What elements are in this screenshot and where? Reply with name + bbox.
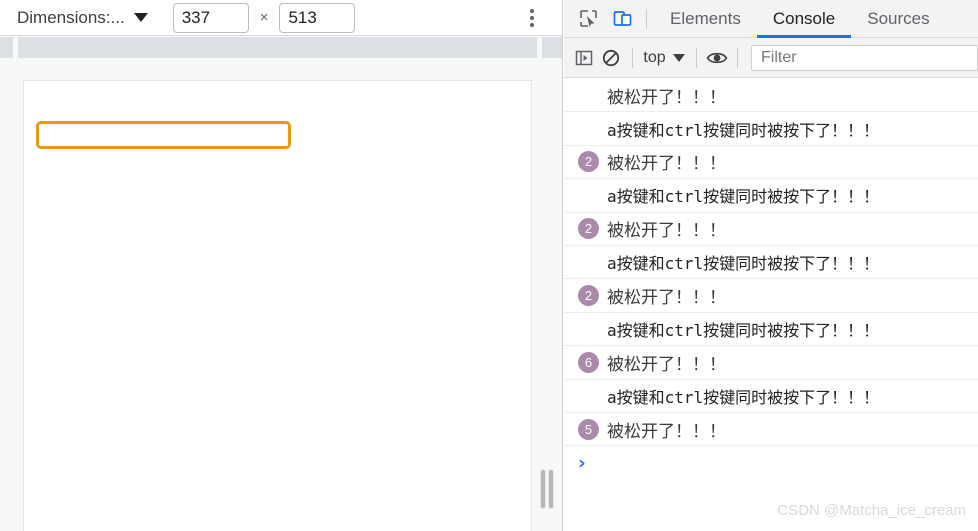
console-message-row[interactable]: a按键和ctrl按键同时被按下了！！！ <box>564 246 978 280</box>
grip-bar <box>541 470 545 508</box>
live-expression-eye-icon[interactable] <box>703 43 730 73</box>
console-message-row[interactable]: a按键和ctrl按键同时被按下了！！！ <box>564 313 978 347</box>
prompt-caret-icon: › <box>578 452 586 475</box>
clear-console-icon[interactable] <box>598 43 625 73</box>
console-message-text: a按键和ctrl按键同时被按下了！！！ <box>607 320 880 340</box>
dimensions-label: Dimensions:... <box>17 7 125 27</box>
console-message-text: a按键和ctrl按键同时被按下了！！！ <box>607 387 880 407</box>
chevron-down-icon <box>672 53 685 62</box>
console-message-text: a按键和ctrl按键同时被按下了！！！ <box>607 254 880 274</box>
dimensions-separator: × <box>259 9 269 26</box>
screenshot-root: Dimensions:... × <box>0 0 978 531</box>
tab-elements[interactable]: Elements <box>654 0 757 38</box>
tab-label: Sources <box>867 8 930 28</box>
tab-console[interactable]: Console <box>757 0 851 38</box>
toolbar-divider <box>646 8 647 29</box>
console-context-dropdown[interactable]: top <box>639 49 688 67</box>
resize-grip-icon[interactable] <box>538 470 556 508</box>
tab-label: Elements <box>670 8 741 28</box>
device-toolbar: Dimensions:... × <box>0 0 562 36</box>
grip-bar <box>549 470 553 508</box>
console-message-text: 被松开了！！！ <box>607 154 726 175</box>
devtools-panel: Elements Console Sources top Filter 被松开了… <box>564 0 978 531</box>
viewport-ruler[interactable] <box>0 37 562 58</box>
console-message-text: 被松开了！！！ <box>607 354 726 375</box>
ruler-tick <box>13 37 18 58</box>
console-context-value: top <box>643 48 666 66</box>
three-dots-vertical-icon[interactable] <box>520 6 544 30</box>
console-sidebar-icon[interactable] <box>571 43 598 73</box>
viewport-width-input[interactable] <box>172 2 249 33</box>
console-message-text: a按键和ctrl按键同时被按下了！！！ <box>607 187 880 207</box>
console-message-row[interactable]: 2 被松开了！！！ <box>564 146 978 180</box>
dot <box>530 9 534 13</box>
message-count-badge: 2 <box>578 218 599 240</box>
message-count-badge: 2 <box>578 285 599 307</box>
console-message-text: a按键和ctrl按键同时被按下了！！！ <box>607 120 880 140</box>
console-message-row[interactable]: 5 被松开了！！！ <box>564 413 978 447</box>
console-message-row[interactable]: a按键和ctrl按键同时被按下了！！！ <box>564 179 978 213</box>
ruler-tick <box>537 37 542 58</box>
dot <box>530 23 534 27</box>
console-message-list[interactable]: 被松开了！！！ a按键和ctrl按键同时被按下了！！！ 2 被松开了！！！ a按键和ct… <box>564 79 978 531</box>
console-message-row[interactable]: 2 被松开了！！！ <box>564 279 978 313</box>
console-message-text: 被松开了！！！ <box>607 421 726 442</box>
message-count-badge: 2 <box>578 151 599 173</box>
page-text-input[interactable] <box>36 121 291 149</box>
viewport-height-input[interactable] <box>279 2 356 33</box>
emulated-page-frame <box>23 80 532 531</box>
console-toolbar: top <box>564 38 978 78</box>
console-filter-input[interactable] <box>750 44 978 71</box>
console-message-text: 被松开了！！！ <box>607 87 726 108</box>
dimensions-dropdown[interactable]: Dimensions:... <box>17 8 148 28</box>
console-message-text: 被松开了！！！ <box>607 221 726 242</box>
console-message-row[interactable]: a按键和ctrl按键同时被按下了！！！ <box>564 112 978 146</box>
message-count-badge: 6 <box>578 351 599 373</box>
tab-sources[interactable]: Sources <box>851 0 945 38</box>
device-toolbar-icon[interactable] <box>605 4 639 34</box>
tab-label: Console <box>772 8 836 28</box>
console-message-row[interactable]: a按键和ctrl按键同时被按下了！！！ <box>564 380 978 413</box>
device-emulation-pane: Dimensions:... × <box>0 0 563 531</box>
console-message-row[interactable]: 被松开了！！！ <box>564 79 978 113</box>
toolbar-divider <box>631 47 633 68</box>
console-message-row[interactable]: 6 被松开了！！！ <box>564 346 978 380</box>
message-count-badge: 5 <box>578 418 599 440</box>
toolbar-divider <box>737 47 738 68</box>
toolbar-divider <box>695 47 697 68</box>
console-prompt[interactable]: › <box>564 446 978 480</box>
devtools-tabbar: Elements Console Sources <box>564 0 978 38</box>
chevron-down-icon <box>133 13 148 22</box>
console-message-row[interactable]: 2 被松开了！！！ <box>564 213 978 246</box>
watermark: CSDN @Matcha_ice_cream <box>777 502 966 519</box>
inspect-element-icon[interactable] <box>571 4 605 34</box>
console-message-text: 被松开了！！！ <box>607 288 726 309</box>
dot <box>530 16 534 20</box>
